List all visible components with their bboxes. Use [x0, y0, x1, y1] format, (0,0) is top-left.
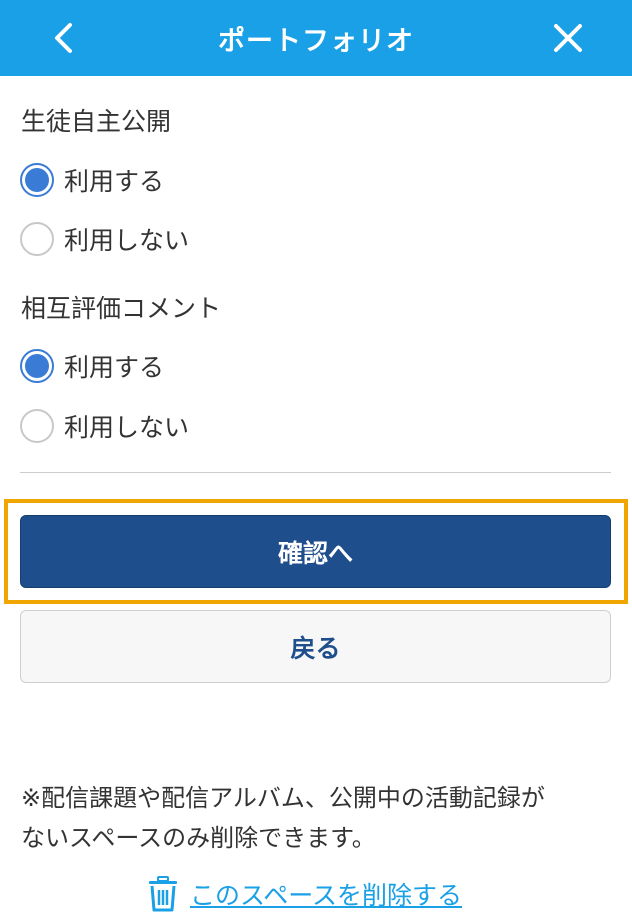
radio-label: 利用しない	[64, 413, 190, 442]
radio-button-checked[interactable]	[20, 349, 54, 383]
peer-review-option-use[interactable]: 利用する	[20, 346, 164, 386]
student-publish-label: 生徒自主公開	[21, 107, 172, 136]
close-icon	[554, 24, 582, 52]
radio-button-checked[interactable]	[20, 163, 54, 197]
delete-note: ※配信課題や配信アルバム、公開中の活動記録が ないスペースのみ削除できます。	[21, 778, 621, 858]
radio-label: 利用する	[64, 353, 165, 382]
confirm-button[interactable]: 確認へ	[20, 515, 611, 588]
radio-button-unchecked[interactable]	[20, 409, 54, 443]
radio-label: 利用する	[64, 167, 165, 196]
back-text-button[interactable]: 戻る	[20, 610, 611, 683]
header-bar: ポートフォリオ	[0, 0, 632, 76]
page-title: ポートフォリオ	[218, 25, 414, 57]
delete-note-line-2: ないスペースのみ削除できます。	[21, 824, 376, 852]
student-publish-option-use[interactable]: 利用する	[20, 160, 164, 200]
trash-icon	[148, 876, 180, 912]
delete-note-line-1: ※配信課題や配信アルバム、公開中の活動記録が	[21, 784, 545, 812]
close-button[interactable]	[544, 14, 592, 62]
divider	[20, 472, 611, 473]
peer-review-option-not-use[interactable]: 利用しない	[20, 406, 189, 446]
radio-button-unchecked[interactable]	[20, 222, 54, 256]
student-publish-option-not-use[interactable]: 利用しない	[20, 219, 189, 259]
delete-space-link-text[interactable]: このスペースを削除する	[190, 876, 462, 912]
delete-space-link[interactable]: このスペースを削除する	[148, 872, 462, 916]
portfolio-settings-page: ポートフォリオ 生徒自主公開 利用する 利用しない 相互評価コメント 利用する …	[0, 0, 632, 917]
peer-review-label: 相互評価コメント	[21, 294, 222, 323]
radio-label: 利用しない	[64, 226, 190, 255]
